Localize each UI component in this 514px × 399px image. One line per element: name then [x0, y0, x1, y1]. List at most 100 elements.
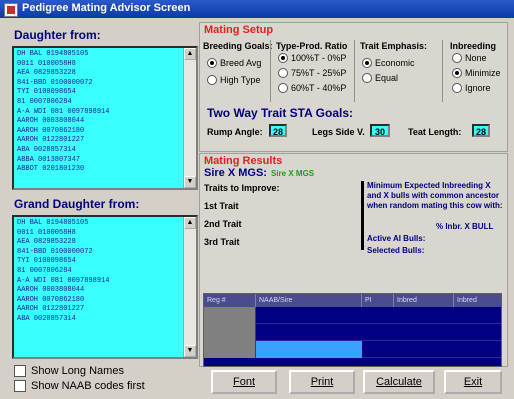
- main-window: Pedigree Mating Advisor Screen Daughter …: [0, 0, 514, 399]
- list-item[interactable]: ABBOT 0201801230: [17, 165, 182, 175]
- title-bar: Pedigree Mating Advisor Screen: [0, 0, 514, 18]
- traits-to-improve-label: Traits to Improve:: [204, 183, 280, 193]
- teat-length-label: Teat Length:: [408, 127, 462, 137]
- row-header: [204, 307, 256, 324]
- show-naab-label: Show NAAB codes first: [31, 380, 145, 392]
- daughter-listbox[interactable]: DH BAL 0194805105 0011 0100058H8 AEA 08298…: [12, 46, 198, 190]
- radio-icon: [278, 68, 288, 78]
- divider: [354, 40, 355, 102]
- print-button[interactable]: Print: [289, 370, 355, 394]
- scroll-up-icon[interactable]: ▲: [184, 217, 196, 229]
- grid-row[interactable]: [204, 307, 501, 324]
- sire-mgs-value: Sire X MGS: [271, 169, 315, 178]
- two-way-title: Two Way Trait STA Goals:: [207, 106, 354, 120]
- row-header: [204, 324, 256, 341]
- rump-angle-input[interactable]: 28: [269, 124, 287, 137]
- high-type-radio[interactable]: High Type: [207, 75, 260, 85]
- daughter-scrollbar[interactable]: ▲ ▼: [183, 48, 196, 188]
- list-item[interactable]: A-A WDI 081 0097898914: [17, 108, 182, 118]
- equal-radio[interactable]: Equal: [362, 73, 398, 83]
- grid-header-cell: Inbred: [394, 294, 454, 307]
- list-item[interactable]: A-A WDI 081 0097898914: [17, 277, 182, 287]
- radio-icon: [207, 75, 217, 85]
- inbreeding-ignore-label: Ignore: [465, 83, 491, 93]
- list-item[interactable]: AAROH 0003808044: [17, 117, 182, 127]
- list-item[interactable]: ABA 0028857314: [17, 146, 182, 156]
- legs-side-input[interactable]: 30: [370, 124, 390, 137]
- list-item[interactable]: ABBA 0013807347: [17, 156, 182, 166]
- inbreeding-minimize-label: Minimize: [465, 68, 501, 78]
- list-item[interactable]: 81 0007806284: [17, 98, 182, 108]
- sire-mgs-label: Sire X MGS:: [204, 167, 267, 179]
- ratio-60-radio[interactable]: 60%T - 40%P: [278, 83, 346, 93]
- trait-emphasis-title: Trait Emphasis:: [360, 41, 428, 51]
- app-icon: [4, 3, 18, 17]
- mating-results-title: Mating Results: [204, 155, 283, 167]
- grid-header-cell: Reg #: [204, 294, 256, 307]
- active-bulls-label: Active AI Bulls:: [367, 234, 426, 243]
- list-item[interactable]: AAROH 0122801227: [17, 136, 182, 146]
- list-item[interactable]: 0011 0100058H8: [17, 229, 182, 239]
- grid-row[interactable]: [204, 324, 501, 341]
- list-item[interactable]: AAROH 0122801227: [17, 305, 182, 315]
- radio-selected-icon: [278, 53, 288, 63]
- checkbox-icon: [14, 365, 26, 377]
- high-type-label: High Type: [220, 75, 261, 85]
- grid-row[interactable]: [204, 341, 501, 358]
- scroll-down-icon[interactable]: ▼: [184, 345, 196, 357]
- granddaughter-label: Grand Daughter from:: [14, 197, 140, 211]
- list-item[interactable]: DH BAL 0194805105: [17, 50, 182, 60]
- list-item[interactable]: AEA 0829853228: [17, 238, 182, 248]
- inbreeding-none-radio[interactable]: None: [452, 53, 487, 63]
- ratio-75-label: 75%T - 25%P: [291, 68, 347, 78]
- row-header: [204, 341, 256, 358]
- calculate-button[interactable]: Calculate: [363, 370, 435, 394]
- ratio-100-radio[interactable]: 100%T - 0%P: [278, 53, 346, 63]
- economic-radio[interactable]: Economic: [362, 58, 415, 68]
- results-divider: [361, 181, 364, 250]
- granddaughter-scrollbar[interactable]: ▲ ▼: [183, 217, 196, 357]
- granddaughter-listbox[interactable]: DH BAL 0194805105 0011 0100058H8 AEA 08298…: [12, 215, 198, 359]
- list-item[interactable]: 841-BBD 0100000072: [17, 79, 182, 89]
- grid-header-cell: PI: [362, 294, 394, 307]
- show-naab-checkbox[interactable]: Show NAAB codes first: [14, 380, 145, 392]
- radio-icon: [452, 53, 462, 63]
- list-item[interactable]: AAROH 0003808044: [17, 286, 182, 296]
- checkbox-icon: [14, 380, 26, 392]
- first-trait-label: 1st Trait: [204, 201, 239, 211]
- grid-header-cell: NAAB/Sire: [256, 294, 362, 307]
- list-item[interactable]: DH BAL 0194805105: [17, 219, 182, 229]
- breed-avg-radio[interactable]: Breed Avg: [207, 58, 261, 68]
- list-item[interactable]: ABA 0028857314: [17, 315, 182, 325]
- selected-cell[interactable]: [256, 341, 362, 358]
- inbreeding-title: Inbreeding: [450, 41, 497, 51]
- inbreeding-none-label: None: [465, 53, 487, 63]
- rump-angle-label: Rump Angle:: [207, 127, 263, 137]
- results-grid[interactable]: Reg # NAAB/Sire PI Inbred Inbred: [203, 293, 502, 367]
- show-long-names-checkbox[interactable]: Show Long Names: [14, 365, 124, 377]
- economic-label: Economic: [375, 58, 415, 68]
- equal-label: Equal: [375, 73, 399, 83]
- inbreeding-minimize-radio[interactable]: Minimize: [452, 68, 501, 78]
- daughter-label: Daughter from:: [14, 28, 101, 42]
- breed-avg-label: Breed Avg: [220, 58, 262, 68]
- list-item[interactable]: AEA 0829853228: [17, 69, 182, 79]
- scroll-up-icon[interactable]: ▲: [184, 48, 196, 60]
- list-item[interactable]: AAROH 0070862180: [17, 127, 182, 137]
- list-item[interactable]: 0011 0100058H8: [17, 60, 182, 70]
- teat-length-input[interactable]: 28: [472, 124, 490, 137]
- mating-setup-title: Mating Setup: [204, 24, 274, 36]
- radio-icon: [452, 83, 462, 93]
- list-item[interactable]: AAROH 0070862180: [17, 296, 182, 306]
- scroll-down-icon[interactable]: ▼: [184, 176, 196, 188]
- type-prod-title: Type-Prod. Ratio: [276, 41, 348, 51]
- list-item[interactable]: TYI 0100098654: [17, 88, 182, 98]
- font-button[interactable]: Font: [211, 370, 277, 394]
- ratio-100-label: 100%T - 0%P: [291, 53, 347, 63]
- exit-button[interactable]: Exit: [444, 370, 502, 394]
- list-item[interactable]: TYI 0100098654: [17, 257, 182, 267]
- ratio-75-radio[interactable]: 75%T - 25%P: [278, 68, 346, 78]
- inbreeding-ignore-radio[interactable]: Ignore: [452, 83, 491, 93]
- list-item[interactable]: 81 0007806284: [17, 267, 182, 277]
- list-item[interactable]: 841-BBD 0100000072: [17, 248, 182, 258]
